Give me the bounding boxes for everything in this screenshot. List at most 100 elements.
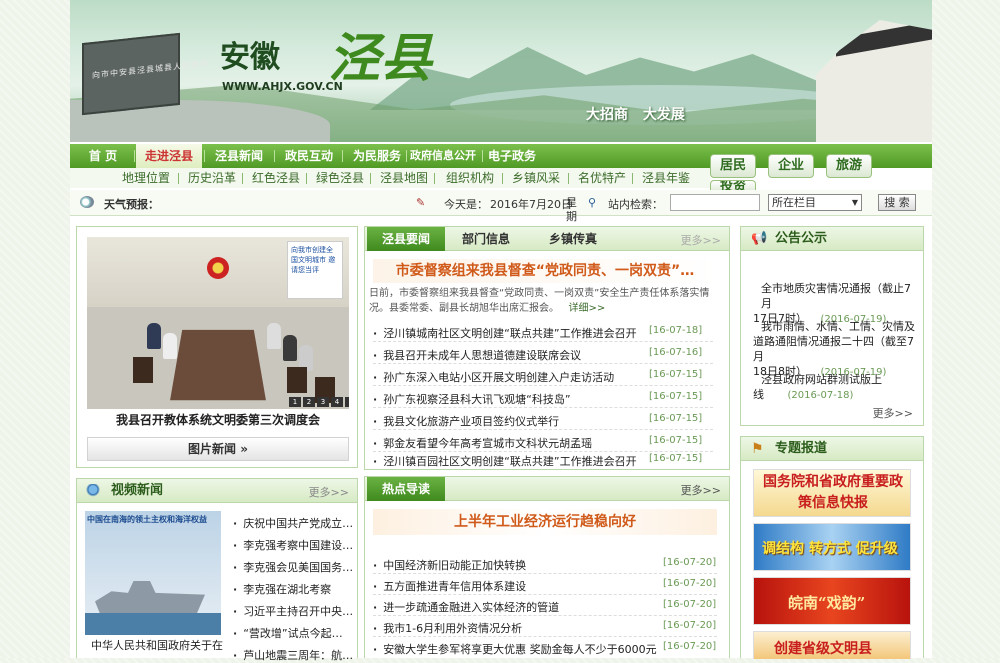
enterprise-button[interactable]: 企业: [768, 154, 814, 178]
sub-nav: 地理位置 历史沿革 红色泾县 绿色泾县 泾县地图 组织机构 乡镇风采 名优特产 …: [70, 168, 710, 188]
top-news-detail-link[interactable]: 详细>>: [569, 303, 606, 314]
tab-town-news[interactable]: 乡镇传真: [529, 227, 617, 251]
county-news-more[interactable]: 更多>>: [681, 232, 721, 248]
notice-item[interactable]: 我市雨情、水情、工情、灾情及 道路通阻情况通报二十四（截至7月 18日8时） (…: [753, 319, 921, 380]
special-banner-policy[interactable]: 国务院和省政府重要政策信息快报: [753, 469, 911, 517]
news-item-title[interactable]: 泾川镇百园社区文明创建“联点共建”工作推进会召开: [373, 453, 643, 469]
video-image-title: 中国在南海的领土主权和海洋权益: [87, 515, 207, 524]
video-news-panel: 视频新闻 更多>> 中国在南海的领土主权和海洋权益 中华人民共和国政府关于在 庆…: [76, 478, 358, 662]
subnav-yearbook[interactable]: 泾县年鉴: [642, 168, 690, 188]
hot-item-title[interactable]: 进一步疏通金融进入实体经济的管道: [373, 599, 663, 615]
notice-line: 泾县政府网站群测试版上: [761, 373, 882, 386]
list-item[interactable]: 李克强在湖北考察: [233, 581, 355, 597]
county-news-tabs: 泾县要闻 部门信息 乡镇传真 更多>>: [365, 227, 729, 251]
hot-item-date: [16-07-20]: [663, 557, 717, 568]
video-news-more[interactable]: 更多>>: [309, 484, 349, 500]
warship-graphic: [95, 581, 205, 615]
list-item[interactable]: 习近平主持召开中央…: [233, 603, 355, 619]
photo-news-caption[interactable]: 我县召开教体系统文明委第三次调度会: [87, 411, 349, 428]
hot-item-date: [16-07-20]: [663, 599, 717, 610]
notice-line: 道路通阻情况通报二十四（截至7月: [753, 335, 914, 363]
list-item[interactable]: 李克强会见美国国务…: [233, 559, 355, 575]
photo-news-button[interactable]: 图片新闻 »: [87, 437, 349, 461]
top-news-summary-text: 日前，市委督察组来我县督查“党政同责、一岗双责”安全生产责任体系落实情况。县委常…: [369, 288, 710, 314]
hot-item-date: [16-07-20]: [663, 641, 717, 652]
hot-item-title[interactable]: 五方面推进青年信用体系建设: [373, 578, 663, 594]
tab-county-news[interactable]: 泾县要闻: [367, 227, 445, 251]
news-item-title[interactable]: 孙广东视察泾县科大讯飞观塘“科技岛”: [373, 391, 643, 407]
list-item[interactable]: 李克强考察中国建设…: [233, 537, 355, 553]
top-news-headline[interactable]: 市委督察组来我县督查“党政同责、一岗双责”…: [373, 259, 717, 283]
video-news-image[interactable]: 中国在南海的领土主权和海洋权益: [85, 511, 221, 635]
special-header: ⚑ 专题报道: [741, 437, 923, 461]
list-item[interactable]: 芦山地震三周年：航…: [233, 647, 355, 663]
hot-item-title[interactable]: 安徽大学生参军将享更大优惠 奖励金每人不少于6000元: [373, 641, 663, 657]
photo-news-image[interactable]: 向我市创建全国文明城市 邀请您当评 1 2 3 4: [87, 237, 349, 409]
slide-2[interactable]: 2: [303, 397, 315, 407]
special-banner-text: 国务院和省政府重要政策信息快报: [763, 474, 903, 511]
news-item-title[interactable]: 泾川镇城南社区文明创建“联点共建”工作推进会召开: [373, 325, 643, 341]
hot-topics-title[interactable]: 热点导读: [367, 477, 445, 501]
nav-home[interactable]: 首 页: [78, 144, 128, 168]
list-item[interactable]: 庆祝中国共产党成立…: [233, 515, 355, 531]
search-button[interactable]: 搜 索: [878, 194, 916, 211]
weather-label: 天气预报：: [104, 198, 159, 211]
nav-gov-info[interactable]: 政府信息公开: [406, 144, 480, 168]
subnav-towns[interactable]: 乡镇风采: [512, 168, 560, 188]
top-news-summary: 日前，市委督察组来我县督查“党政同责、一岗双责”安全生产责任体系落实情况。县委常…: [369, 286, 715, 316]
slide-1[interactable]: 1: [289, 397, 301, 407]
special-panel: ⚑ 专题报道 国务院和省政府重要政策信息快报 调结构 转方式 促升级 皖南“戏韵…: [740, 436, 924, 659]
nav-about-county[interactable]: 走进泾县: [136, 144, 202, 168]
search-icon: ⚲: [588, 196, 597, 209]
tourism-button[interactable]: 旅游: [826, 154, 872, 178]
news-item-date: [16-07-15]: [649, 413, 703, 424]
subnav-specialties[interactable]: 名优特产: [578, 168, 626, 188]
hot-item-title[interactable]: 我市1-6月利用外资情况分析: [373, 620, 663, 636]
news-item-title[interactable]: 我县文化旅游产业项目签约仪式举行: [373, 413, 643, 429]
hot-topics-more[interactable]: 更多>>: [681, 482, 721, 498]
hot-item-title[interactable]: 中国经济新旧动能正加快转换: [373, 557, 663, 573]
slide-5[interactable]: [345, 397, 349, 407]
nav-interaction[interactable]: 政民互动: [276, 144, 342, 168]
megaphone-icon: 📢: [751, 231, 768, 246]
special-banner-opera[interactable]: 皖南“戏韵”: [753, 577, 911, 625]
special-banner-civilization[interactable]: 创建省级文明县: [753, 631, 911, 659]
news-item-title[interactable]: 郭金友看望今年高考宣城市文科状元胡孟瑶: [373, 435, 643, 451]
resident-button[interactable]: 居民: [710, 154, 756, 178]
slide-3[interactable]: 3: [317, 397, 329, 407]
subnav-red[interactable]: 红色泾县: [252, 168, 300, 188]
subnav-map[interactable]: 泾县地图: [380, 168, 428, 188]
nav-public-service[interactable]: 为民服务: [344, 144, 410, 168]
subnav-history[interactable]: 历史沿革: [188, 168, 236, 188]
special-banner-structure[interactable]: 调结构 转方式 促升级: [753, 523, 911, 571]
hot-topics-headline[interactable]: 上半年工业经济运行趋稳向好: [373, 509, 717, 535]
info-toolbar: 天气预报： ✎ 今天是： 2016年7月20日 星期三 ⚲ 站内检索： 所在栏目…: [70, 190, 932, 237]
hot-topics-header: 热点导读 更多>>: [365, 477, 729, 501]
subnav-green[interactable]: 绿色泾县: [316, 168, 364, 188]
video-image-caption[interactable]: 中华人民共和国政府关于在: [91, 637, 223, 653]
special-title: 专题报道: [775, 441, 828, 456]
subnav-location[interactable]: 地理位置: [122, 168, 170, 188]
photo-news-panel: 向我市创建全国文明城市 邀请您当评 1 2 3 4 我县召开教体系统文明委第三次…: [76, 226, 358, 468]
notice-more[interactable]: 更多>>: [873, 405, 913, 421]
nav-e-gov[interactable]: 电子政务: [482, 144, 542, 168]
slide-4[interactable]: 4: [331, 397, 343, 407]
list-item[interactable]: “营改增”试点今起…: [233, 625, 355, 641]
site-logo-county[interactable]: 泾县: [328, 16, 432, 91]
news-item-title[interactable]: 我县召开未成年人思想道德建设联席会议: [373, 347, 643, 363]
subnav-organization[interactable]: 组织机构: [446, 168, 494, 188]
banner-monument: 向市中安县泾县城县人民政府: [82, 32, 209, 116]
news-item-date: [16-07-16]: [649, 347, 703, 358]
double-chevron-icon: »: [240, 442, 248, 456]
news-item-title[interactable]: 孙广东深入电站小区开展文明创建入户走访活动: [373, 369, 643, 385]
search-scope-select[interactable]: 所在栏目 ▼: [768, 194, 862, 211]
tab-department-info[interactable]: 部门信息: [449, 227, 523, 251]
notice-item[interactable]: 泾县政府网站群测试版上 线 (2016-07-18): [753, 372, 921, 403]
hot-topics-panel: 热点导读 更多>> 上半年工业经济运行趋稳向好 中国经济新旧动能正加快转换 [1…: [364, 476, 730, 658]
news-item-date: [16-07-15]: [649, 369, 703, 380]
notice-line: 我市雨情、水情、工情、灾情及: [761, 320, 915, 333]
nav-county-news[interactable]: 泾县新闻: [206, 144, 272, 168]
site-logo-province[interactable]: 安徽: [220, 32, 280, 76]
search-input[interactable]: [670, 194, 760, 211]
wall-banner-text: 向我市创建全国文明城市 邀请您当评: [287, 241, 343, 299]
